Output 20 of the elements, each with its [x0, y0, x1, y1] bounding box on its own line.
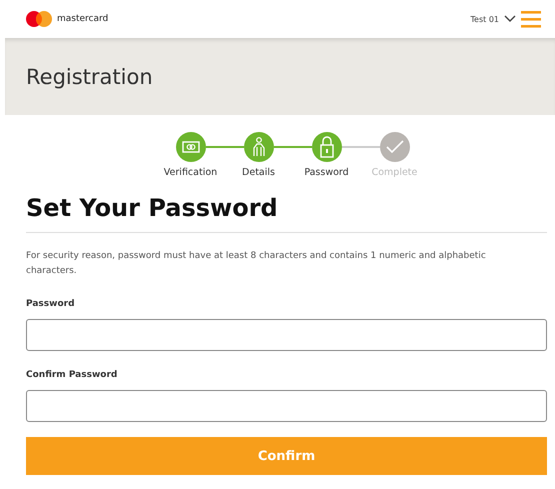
chevron-down-icon[interactable]: [504, 15, 516, 23]
banknote-icon: [182, 141, 200, 153]
field-label: Confirm Password: [26, 370, 118, 380]
step-label: Password: [304, 167, 349, 178]
menu-icon[interactable]: [521, 10, 541, 28]
lock-icon: [320, 136, 334, 158]
step-label: Verification: [164, 167, 218, 178]
page-title: Registration: [26, 64, 153, 88]
section-heading: Set Your Password: [26, 194, 279, 222]
password-requirements: For security reason, password must have at least 8 characters and contains 1 numeric and alphabetic characters.: [26, 250, 487, 278]
step-label: Details: [242, 167, 275, 178]
field-label: Password: [26, 299, 76, 309]
step-label: Complete: [372, 167, 418, 178]
password-field[interactable]: [26, 319, 547, 351]
check-icon: [386, 140, 404, 154]
password-field[interactable]: [26, 390, 547, 422]
person-icon: [252, 137, 266, 157]
brand-name: mastercard: [57, 14, 108, 24]
mastercard-logo-icon: [26, 11, 52, 27]
user-name[interactable]: Test 01: [470, 14, 499, 24]
